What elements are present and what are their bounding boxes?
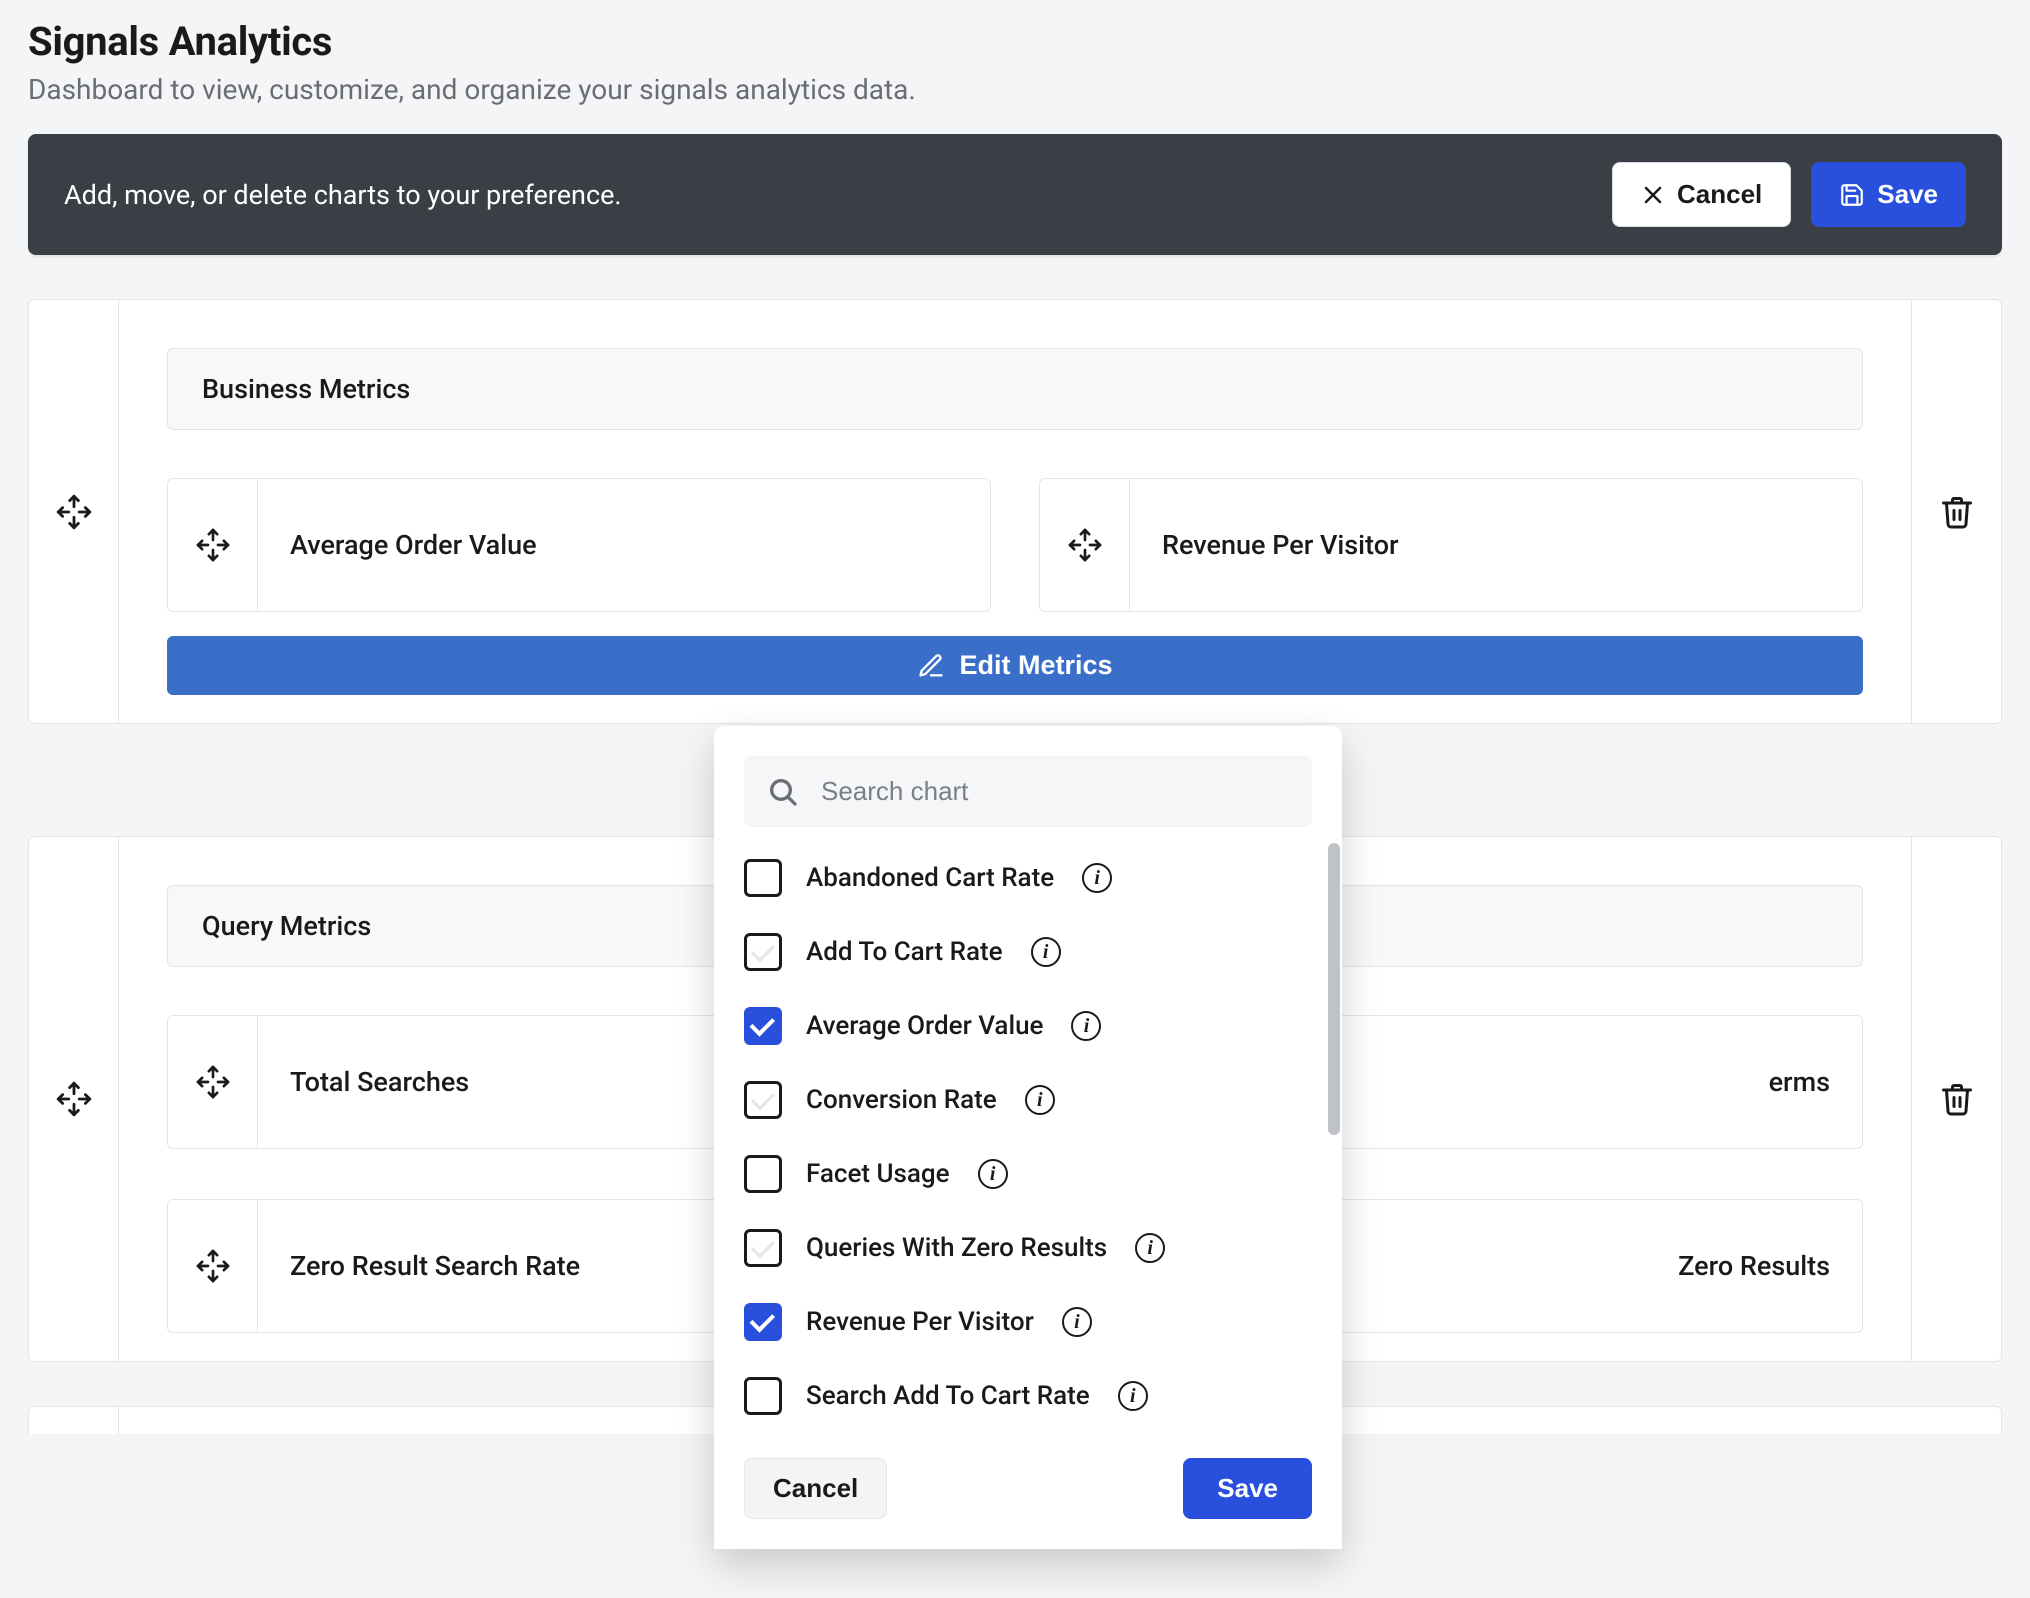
checkbox[interactable]: [744, 1377, 782, 1415]
chart-option-label: Add To Cart Rate: [806, 937, 1003, 967]
metric-card: Revenue Per Visitor: [1039, 478, 1863, 612]
chart-option-label: Abandoned Cart Rate: [806, 863, 1054, 893]
drag-handle[interactable]: [1040, 479, 1130, 611]
chart-option[interactable]: Add To Cart Rate i: [728, 915, 1328, 989]
chart-search-input[interactable]: [819, 775, 1289, 808]
chart-option[interactable]: Revenue Per Visitor i: [728, 1285, 1328, 1359]
search-icon: [767, 776, 799, 808]
checkbox[interactable]: [744, 1007, 782, 1045]
info-icon[interactable]: i: [1031, 937, 1061, 967]
checkbox[interactable]: [744, 1155, 782, 1193]
chart-option[interactable]: Facet Usage i: [728, 1137, 1328, 1211]
pencil-icon: [917, 652, 945, 680]
scrollbar[interactable]: [1328, 843, 1340, 1135]
checkbox[interactable]: [744, 1081, 782, 1119]
chart-option-label: Revenue Per Visitor: [806, 1307, 1034, 1337]
chart-selector-popup: Abandoned Cart RateiAdd To Cart RateiAve…: [714, 726, 1342, 1549]
close-icon: [1641, 183, 1665, 207]
info-icon[interactable]: i: [1025, 1085, 1055, 1115]
metric-label: Revenue Per Visitor: [1130, 479, 1862, 611]
delete-panel-button[interactable]: [1911, 300, 2001, 723]
chart-options-list: Abandoned Cart RateiAdd To Cart RateiAve…: [714, 835, 1342, 1433]
metric-card: Average Order Value: [167, 478, 991, 612]
checkbox[interactable]: [744, 859, 782, 897]
chart-option[interactable]: Abandoned Cart Rate i: [728, 841, 1328, 915]
drag-handle[interactable]: [168, 479, 258, 611]
info-icon[interactable]: i: [1082, 863, 1112, 893]
edit-metrics-button[interactable]: Edit Metrics: [167, 636, 1863, 695]
chart-option[interactable]: Queries With Zero Results i: [728, 1211, 1328, 1285]
edit-metrics-label: Edit Metrics: [959, 650, 1112, 681]
action-bar-message: Add, move, or delete charts to your pref…: [64, 179, 622, 211]
drag-handle[interactable]: [168, 1016, 258, 1148]
chart-option-label: Conversion Rate: [806, 1085, 997, 1115]
chart-option-label: Queries With Zero Results: [806, 1233, 1107, 1263]
page-title: Signals Analytics: [28, 18, 2002, 65]
cancel-button[interactable]: Cancel: [1612, 162, 1791, 227]
save-button-label: Save: [1877, 179, 1938, 210]
chart-option[interactable]: Average Order Value i: [728, 989, 1328, 1063]
info-icon[interactable]: i: [1135, 1233, 1165, 1263]
checkbox[interactable]: [744, 1303, 782, 1341]
popup-cancel-button[interactable]: Cancel: [744, 1458, 887, 1519]
panel-business-metrics: Business Metrics Average Order Value Rev…: [28, 299, 2002, 724]
info-icon[interactable]: i: [1062, 1307, 1092, 1337]
chart-option-label: Average Order Value: [806, 1011, 1043, 1041]
delete-panel-button[interactable]: [1911, 837, 2001, 1361]
info-icon[interactable]: i: [1118, 1381, 1148, 1411]
chart-option-label: Facet Usage: [806, 1159, 950, 1189]
chart-option-label: Search Add To Cart Rate: [806, 1381, 1090, 1411]
chart-search[interactable]: [744, 756, 1312, 827]
metric-label: Average Order Value: [258, 479, 990, 611]
info-icon[interactable]: i: [978, 1159, 1008, 1189]
chart-option[interactable]: Search Add To Cart Rate i: [728, 1359, 1328, 1433]
checkbox[interactable]: [744, 933, 782, 971]
drag-handle[interactable]: [168, 1200, 258, 1332]
panel-header: Business Metrics: [167, 348, 1863, 430]
save-button[interactable]: Save: [1811, 162, 1966, 227]
drag-handle[interactable]: [29, 837, 119, 1361]
popup-save-button[interactable]: Save: [1183, 1458, 1312, 1519]
action-bar: Add, move, or delete charts to your pref…: [28, 134, 2002, 255]
cancel-button-label: Cancel: [1677, 179, 1762, 210]
drag-handle[interactable]: [29, 300, 119, 723]
page-subtitle: Dashboard to view, customize, and organi…: [28, 73, 2002, 106]
chart-option[interactable]: Conversion Rate i: [728, 1063, 1328, 1137]
save-icon: [1839, 182, 1865, 208]
info-icon[interactable]: i: [1071, 1011, 1101, 1041]
checkbox[interactable]: [744, 1229, 782, 1267]
